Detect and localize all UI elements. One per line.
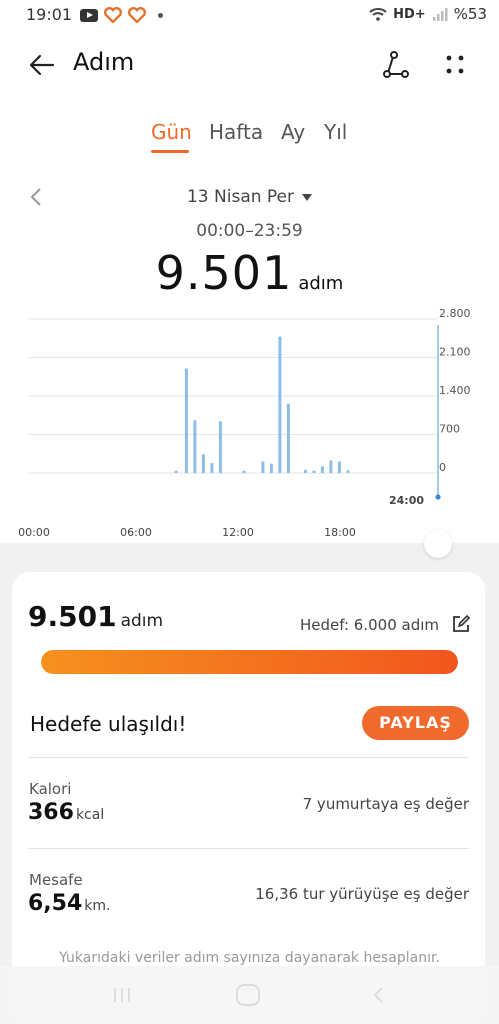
distance-label: Mesafe — [29, 871, 83, 889]
y-tick-label: 2.100 — [439, 346, 471, 359]
goal-reached-text: Hedefe ulaşıldı! — [30, 712, 187, 736]
x-tick-label: 18:00 — [324, 526, 356, 539]
tab-year[interactable]: Yıl — [324, 120, 347, 144]
chart-bar — [286, 403, 290, 473]
share-button[interactable]: PAYLAŞ — [362, 706, 469, 740]
chart-bar — [210, 463, 214, 473]
notification-icons — [80, 7, 163, 23]
chart-bar — [269, 463, 273, 473]
chart-bar — [261, 461, 265, 473]
chart-bar — [346, 470, 350, 473]
heart-app-icon — [128, 7, 146, 23]
route-share-icon[interactable] — [380, 49, 412, 81]
tab-week[interactable]: Hafta — [209, 120, 263, 144]
drag-handle[interactable] — [424, 530, 452, 558]
status-bar: 19:01 HD+ %53 — [0, 0, 499, 30]
wifi-icon — [369, 8, 387, 21]
home-icon[interactable] — [236, 984, 260, 1006]
recent-apps-icon[interactable] — [112, 986, 132, 1004]
date-label: 13 Nisan Per — [186, 187, 295, 207]
status-right: HD+ %53 — [369, 5, 487, 23]
card-steps-unit: adım — [120, 611, 164, 631]
chart-bar — [303, 469, 307, 473]
calorie-unit: kcal — [75, 807, 105, 823]
y-tick-label: 700 — [439, 423, 460, 436]
x-tick-label: 12:00 — [222, 526, 254, 539]
chart-bar — [201, 454, 205, 473]
chart-bar — [278, 336, 282, 473]
x-tick-label: 06:00 — [120, 526, 152, 539]
footnote: Yukarıdaki veriler adım sayınıza dayanar… — [59, 950, 440, 966]
distance-value: 6,54 km. — [28, 891, 110, 916]
status-time: 19:01 — [26, 5, 73, 24]
tab-month[interactable]: Ay — [281, 120, 305, 144]
goal-progress-bar — [41, 650, 458, 674]
more-dots-icon[interactable] — [440, 50, 470, 80]
card-steps: 9.501 adım — [28, 600, 163, 633]
steps-unit: adım — [298, 273, 344, 294]
signal-icon — [432, 8, 448, 21]
calorie-value: 366 kcal — [28, 800, 104, 825]
arrow-left-icon[interactable] — [26, 50, 56, 80]
page-title: Adım — [73, 48, 135, 76]
time-cursor-dot — [435, 494, 441, 500]
tab-indicator — [151, 150, 189, 153]
tab-day[interactable]: Gün — [151, 120, 192, 144]
heart-app-icon — [104, 7, 122, 23]
network-type: HD+ — [393, 6, 426, 22]
chart-bar — [184, 368, 188, 473]
calorie-number: 366 — [28, 800, 74, 825]
dot-icon — [158, 12, 163, 18]
date-selector[interactable]: 13 Nisan Per — [0, 187, 499, 207]
period-tabs: Gün Hafta Ay Yıl — [0, 118, 499, 158]
system-nav-bar — [0, 966, 499, 1024]
steps-value: 9.501 — [155, 246, 293, 300]
distance-equivalent: 16,36 tur yürüyüşe eş değer — [255, 885, 469, 903]
goal-label: Hedef: 6.000 adım — [299, 616, 439, 634]
back-nav-icon[interactable] — [372, 986, 384, 1004]
end-time-label: 24:00 — [389, 494, 424, 507]
card-steps-value: 9.501 — [28, 600, 117, 633]
total-steps: 9.501 adım — [0, 246, 499, 300]
time-range: 00:00–23:59 — [196, 221, 303, 241]
chart-bar — [242, 470, 246, 473]
calorie-label: Kalori — [29, 780, 72, 798]
distance-unit: km. — [84, 898, 111, 914]
chart-bar — [193, 420, 197, 473]
divider — [28, 757, 469, 758]
calorie-equivalent: 7 yumurtaya eş değer — [302, 795, 469, 813]
chart-bar — [174, 470, 178, 473]
chart-bar — [312, 470, 316, 473]
chart-bar — [329, 460, 333, 473]
distance-number: 6,54 — [28, 891, 83, 916]
app-bar: Adım — [0, 38, 499, 92]
steps-chart[interactable]: 2.800 2.100 1.400 700 0 24:00 00:00 06:00 12:00 1… — [0, 300, 499, 545]
chart-bar — [320, 466, 324, 473]
y-tick-label: 1.400 — [439, 384, 471, 397]
battery-level: %53 — [453, 5, 487, 23]
youtube-icon — [80, 8, 98, 22]
edit-icon[interactable] — [451, 614, 471, 634]
goal-progress-fill — [41, 650, 458, 674]
x-tick-label: 00:00 — [18, 526, 50, 539]
caret-down-icon — [302, 193, 313, 201]
divider — [28, 848, 469, 849]
y-tick-label: 2.800 — [439, 307, 471, 320]
y-tick-label: 0 — [439, 461, 446, 474]
chart-bar — [337, 461, 341, 473]
chart-bar — [218, 421, 222, 473]
